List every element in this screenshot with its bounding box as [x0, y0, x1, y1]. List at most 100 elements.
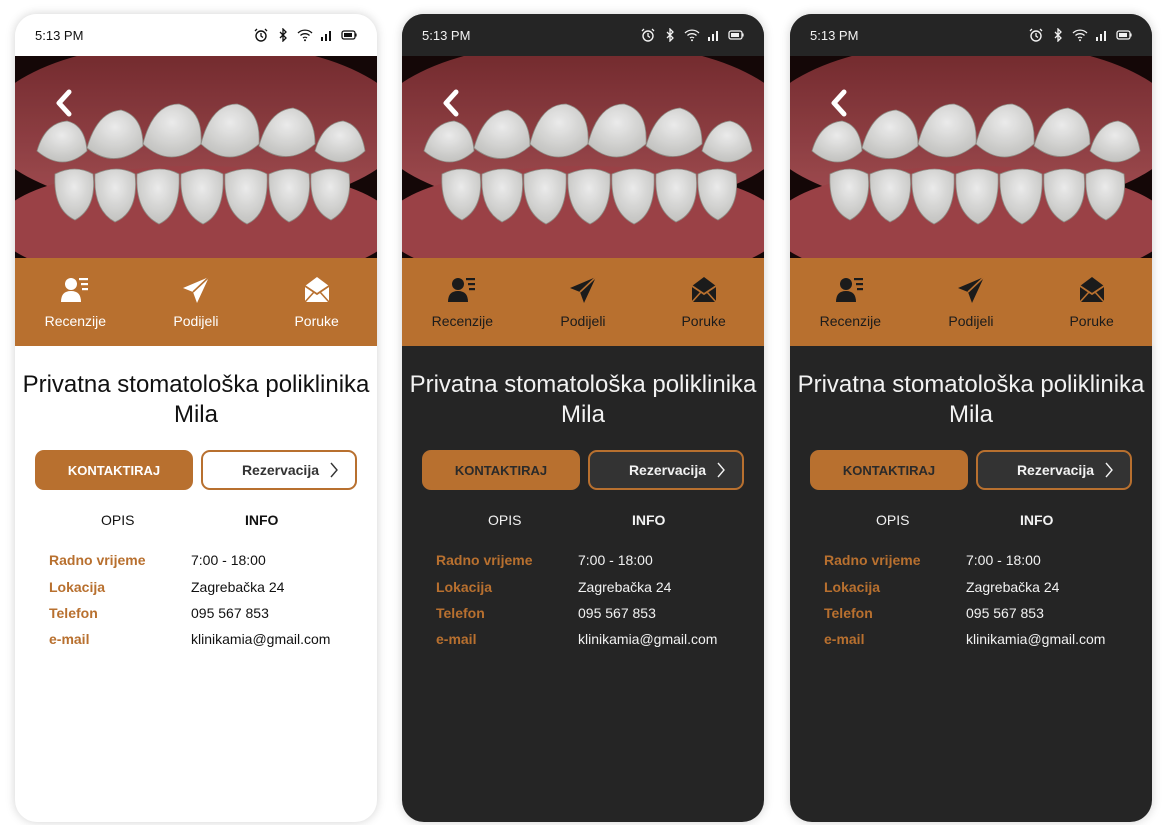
- back-chevron-icon[interactable]: [438, 86, 464, 120]
- info-key: Radno vrijeme: [436, 552, 533, 568]
- signal-icon: [708, 31, 718, 41]
- bluetooth-icon: [279, 28, 287, 42]
- info-key: Radno vrijeme: [49, 552, 146, 568]
- reviews-label: Recenzije: [44, 313, 107, 329]
- tab-info[interactable]: INFO: [245, 512, 278, 528]
- info-key: Radno vrijeme: [824, 552, 921, 568]
- status-time: 5:13 PM: [422, 27, 471, 43]
- user-review-icon: [836, 278, 864, 302]
- share-button[interactable]: Podijeli: [146, 275, 246, 329]
- messages-button[interactable]: Poruke: [1042, 275, 1142, 329]
- mail-icon: [304, 277, 330, 303]
- reviews-button[interactable]: Recenzije: [800, 275, 900, 329]
- action-bar: Recenzije Podijeli Poruke: [402, 258, 764, 346]
- share-button[interactable]: Podijeli: [921, 275, 1021, 329]
- user-review-icon: [448, 278, 476, 302]
- messages-label: Poruke: [681, 313, 726, 329]
- status-bar: 5:13 PM: [790, 14, 1152, 56]
- messages-button[interactable]: Poruke: [654, 275, 754, 329]
- battery-icon: [728, 30, 744, 40]
- info-key: Telefon: [436, 605, 485, 621]
- info-key: Lokacija: [49, 579, 106, 595]
- reviews-label: Recenzije: [431, 313, 494, 329]
- info-key: Lokacija: [436, 579, 493, 595]
- send-icon: [957, 276, 985, 303]
- back-chevron-icon[interactable]: [51, 86, 77, 120]
- signal-icon: [321, 31, 331, 41]
- teeth-photo: [402, 56, 764, 258]
- chevron-right-icon: [330, 462, 338, 478]
- teeth-photo: [790, 56, 1152, 258]
- reviews-button[interactable]: Recenzije: [412, 275, 512, 329]
- info-key: Telefon: [49, 605, 98, 621]
- battery-icon: [341, 30, 357, 40]
- tab-opis[interactable]: OPIS: [101, 512, 134, 528]
- alarm-icon: [254, 28, 268, 42]
- alarm-icon: [1029, 28, 1043, 42]
- status-icons: [640, 28, 744, 42]
- contact-button[interactable]: KONTAKTIRAJ: [810, 450, 968, 490]
- info-value[interactable]: klinikamia@gmail.com: [966, 631, 1105, 647]
- messages-label: Poruke: [294, 313, 339, 329]
- user-review-icon: [61, 278, 89, 302]
- share-button[interactable]: Podijeli: [533, 275, 633, 329]
- info-value: 7:00 - 18:00: [578, 552, 653, 568]
- signal-icon: [1096, 31, 1106, 41]
- wifi-icon: [297, 29, 313, 42]
- tab-opis[interactable]: OPIS: [876, 512, 909, 528]
- chevron-right-icon: [1105, 462, 1113, 478]
- tab-info[interactable]: INFO: [1020, 512, 1053, 528]
- reviews-button[interactable]: Recenzije: [25, 275, 125, 329]
- send-icon: [182, 276, 210, 303]
- clinic-title: Privatna stomatološka poliklinika Mila: [409, 371, 757, 428]
- reservation-button[interactable]: Rezervacija: [976, 450, 1132, 490]
- share-label: Podijeli: [560, 313, 606, 329]
- wifi-icon: [1072, 29, 1088, 42]
- clinic-title: Privatna stomatološka poliklinika Mila: [22, 371, 370, 428]
- info-value[interactable]: 095 567 853: [191, 605, 269, 621]
- info-value[interactable]: klinikamia@gmail.com: [578, 631, 717, 647]
- status-time: 5:13 PM: [35, 27, 84, 43]
- tab-opis[interactable]: OPIS: [488, 512, 521, 528]
- share-label: Podijeli: [948, 313, 994, 329]
- status-bar: 5:13 PM: [15, 14, 377, 56]
- battery-icon: [1116, 30, 1132, 40]
- reservation-label: Rezervacija: [241, 462, 319, 478]
- info-value[interactable]: klinikamia@gmail.com: [191, 631, 330, 647]
- info-value[interactable]: 095 567 853: [578, 605, 656, 621]
- status-time: 5:13 PM: [810, 27, 859, 43]
- reviews-label: Recenzije: [819, 313, 882, 329]
- messages-button[interactable]: Poruke: [267, 275, 367, 329]
- reservation-button[interactable]: Rezervacija: [588, 450, 744, 490]
- contact-button[interactable]: KONTAKTIRAJ: [422, 450, 580, 490]
- info-key: Lokacija: [824, 579, 881, 595]
- info-key: e-mail: [824, 631, 865, 647]
- info-value: 7:00 - 18:00: [191, 552, 266, 568]
- info-key: Telefon: [824, 605, 873, 621]
- send-icon: [569, 276, 597, 303]
- clinic-title: Privatna stomatološka poliklinika Mila: [797, 371, 1145, 428]
- status-icons: [253, 28, 357, 42]
- teeth-photo: [15, 56, 377, 258]
- alarm-icon: [641, 28, 655, 42]
- tab-info[interactable]: INFO: [632, 512, 665, 528]
- contact-button[interactable]: KONTAKTIRAJ: [35, 450, 193, 490]
- bluetooth-icon: [1054, 28, 1062, 42]
- chevron-right-icon: [717, 462, 725, 478]
- info-key: e-mail: [49, 631, 90, 647]
- phone-screen: 5:13 PM Recenzije Podijeli Poruke Privat…: [790, 14, 1152, 822]
- reservation-button[interactable]: Rezervacija: [201, 450, 357, 490]
- phone-screen: 5:13 PM Recenzije Podijeli Poruke Privat…: [15, 14, 377, 822]
- back-chevron-icon[interactable]: [826, 86, 852, 120]
- share-label: Podijeli: [173, 313, 219, 329]
- info-value: 7:00 - 18:00: [966, 552, 1041, 568]
- info-value: Zagrebačka 24: [966, 579, 1060, 595]
- info-key: e-mail: [436, 631, 477, 647]
- bluetooth-icon: [666, 28, 674, 42]
- mail-icon: [1079, 277, 1105, 303]
- action-bar: Recenzije Podijeli Poruke: [790, 258, 1152, 346]
- action-bar: Recenzije Podijeli Poruke: [15, 258, 377, 346]
- info-value: Zagrebačka 24: [191, 579, 285, 595]
- info-value[interactable]: 095 567 853: [966, 605, 1044, 621]
- reservation-label: Rezervacija: [628, 462, 706, 478]
